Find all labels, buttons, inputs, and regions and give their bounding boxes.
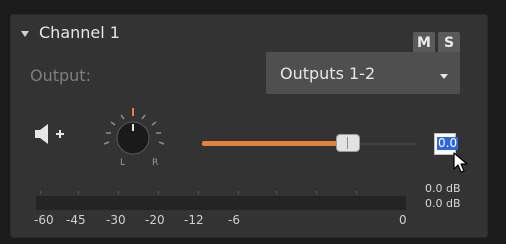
meter-tick (78, 191, 79, 194)
pan-knob-icon[interactable] (98, 104, 172, 162)
pan-right-label: R (152, 158, 159, 168)
output-dropdown-value: Outputs 1-2 (280, 64, 376, 83)
meter-scale-label: -6 (228, 213, 240, 227)
meter-tick (238, 191, 239, 194)
channel-title: Channel 1 (39, 23, 120, 42)
mute-button[interactable]: M (413, 32, 435, 54)
triangle-down-icon[interactable] (21, 31, 29, 37)
meter-scale-label: -60 (34, 213, 54, 227)
caret-down-icon (440, 74, 448, 79)
level-meter-right (36, 203, 406, 210)
volume-slider-thumb[interactable] (335, 134, 360, 152)
meter-tick (316, 191, 317, 194)
volume-value-text: 0.0 (437, 136, 459, 150)
meter-tick (276, 191, 277, 194)
meter-tick (198, 191, 199, 194)
meter-scale-label: -30 (106, 213, 126, 227)
output-dropdown[interactable]: Outputs 1-2 (266, 52, 460, 94)
meter-tick (118, 191, 119, 194)
meter-scale-label: -12 (184, 213, 204, 227)
solo-button[interactable]: S (438, 32, 460, 54)
output-label: Output: (30, 66, 91, 85)
mouse-pointer-icon (453, 152, 468, 173)
channel-header[interactable]: Channel 1 M S (11, 15, 487, 54)
meter-tick (40, 191, 41, 194)
meter-tick (356, 191, 357, 194)
meter-scale-label: -20 (145, 213, 165, 227)
meter-tick (158, 191, 159, 194)
speaker-plus-icon[interactable] (34, 122, 68, 146)
level-meter-left-db: 0.0 dB (425, 182, 461, 195)
level-meter-right-db: 0.0 dB (425, 197, 461, 210)
meter-scale-label: 0 (399, 213, 407, 227)
meter-scale-label: -45 (66, 213, 86, 227)
volume-slider-fill (202, 141, 348, 146)
level-meter-left (36, 196, 406, 203)
pan-left-label: L (120, 158, 126, 168)
